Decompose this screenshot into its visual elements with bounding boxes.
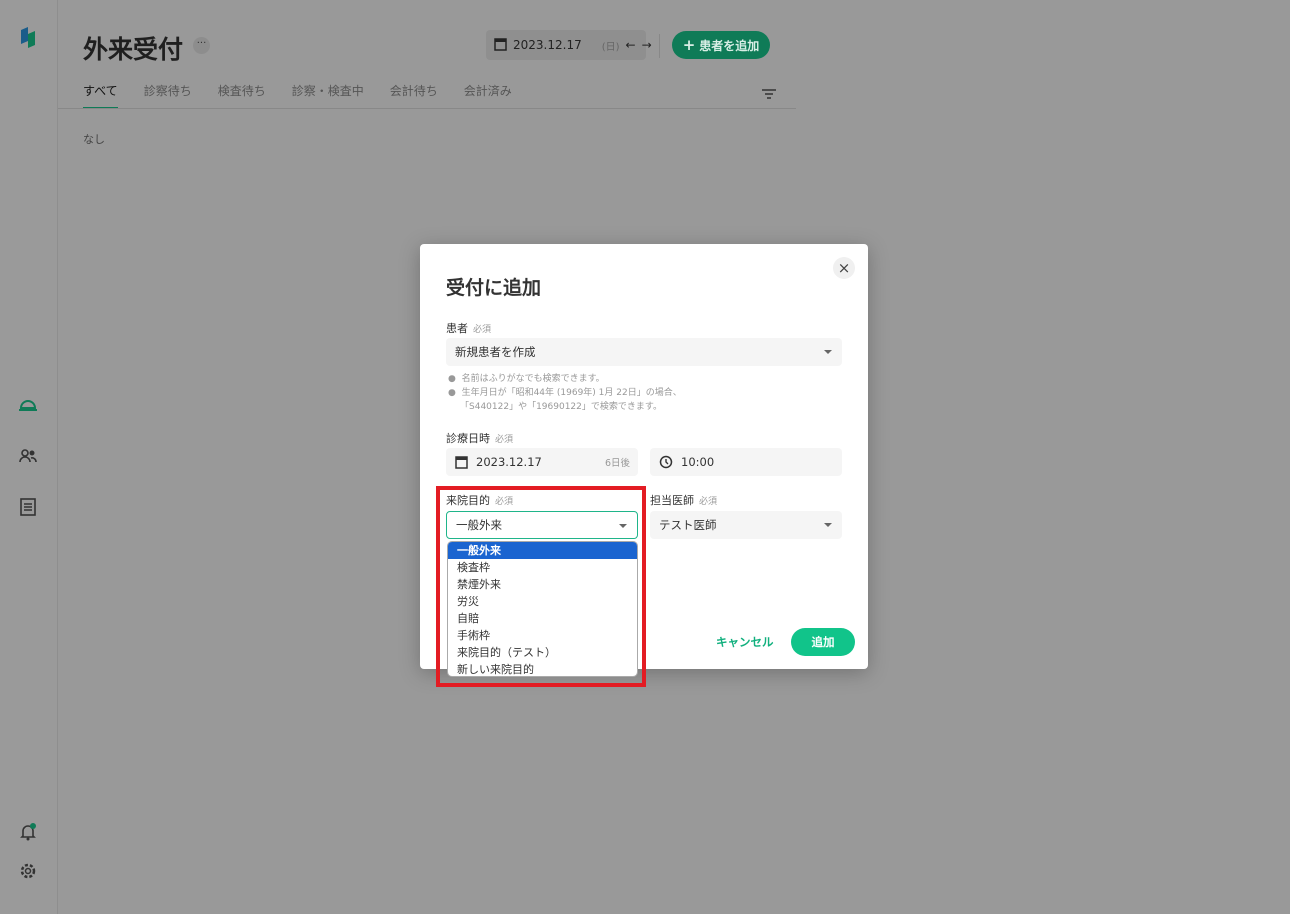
tab-waiting-exam[interactable]: 診察待ち — [144, 82, 192, 109]
sidebar — [0, 0, 58, 914]
weekday: (日) — [601, 41, 620, 53]
chevron-down-icon — [824, 350, 832, 354]
reception-bell-icon[interactable] — [16, 393, 40, 417]
highlight-annotation-box — [436, 486, 646, 687]
divider — [659, 34, 660, 58]
cancel-button[interactable]: キャンセル — [716, 634, 774, 650]
patient-select[interactable]: 新規患者を作成 — [446, 338, 842, 366]
page-title: 外来受付 — [83, 35, 184, 64]
tab-paid[interactable]: 会計済み — [464, 82, 512, 109]
visit-date-input[interactable]: 2023.12.17 6日後 — [446, 448, 638, 476]
visit-time-input[interactable]: 10:00 — [650, 448, 842, 476]
patients-icon[interactable] — [16, 444, 40, 468]
app-logo-icon[interactable] — [16, 26, 40, 50]
doctor-select[interactable]: テスト医師 — [650, 511, 842, 539]
prev-date-arrow-icon[interactable]: ← — [626, 38, 636, 52]
next-date-arrow-icon[interactable]: → — [642, 38, 652, 52]
date-value: 2023.12.17 — [513, 38, 582, 52]
relative-days: 6日後 — [604, 458, 630, 469]
plus-icon: + — [682, 36, 696, 54]
doctor-label: 担当医師 必須 — [650, 494, 718, 507]
tab-divider — [58, 108, 796, 109]
calendar-icon — [494, 37, 507, 54]
datetime-label: 診療日時 必須 — [446, 432, 514, 445]
add-patient-label: 患者を追加 — [699, 38, 760, 53]
add-patient-button[interactable]: + 患者を追加 — [672, 31, 770, 59]
notification-bell-icon[interactable] — [16, 820, 40, 844]
dialog-title: 受付に追加 — [446, 277, 542, 299]
calendar-icon — [455, 456, 468, 469]
empty-message: なし — [83, 133, 105, 146]
close-icon[interactable]: × — [833, 257, 855, 279]
settings-gear-icon[interactable] — [16, 859, 40, 883]
tab-in-progress[interactable]: 診察・検査中 — [292, 82, 364, 109]
patient-hints: ● 名前はふりがなでも検索できます。 ● 生年月日が「昭和44年 (1969年)… — [448, 374, 682, 412]
status-tabs: すべて 診察待ち 検査待ち 診察・検査中 会計待ち 会計済み — [83, 82, 538, 109]
tab-waiting-test[interactable]: 検査待ち — [218, 82, 266, 109]
more-options-button[interactable]: ··· — [193, 37, 210, 54]
submit-button[interactable]: 追加 — [791, 628, 855, 656]
filter-icon[interactable] — [762, 84, 776, 103]
chevron-down-icon — [824, 523, 832, 527]
date-picker[interactable]: 2023.12.17 (日) ← → — [486, 30, 652, 60]
clock-icon — [659, 455, 673, 469]
patient-label: 患者 必須 — [446, 322, 492, 335]
document-list-icon[interactable] — [16, 495, 40, 519]
tab-waiting-payment[interactable]: 会計待ち — [390, 82, 438, 109]
tab-all[interactable]: すべて — [83, 82, 118, 109]
